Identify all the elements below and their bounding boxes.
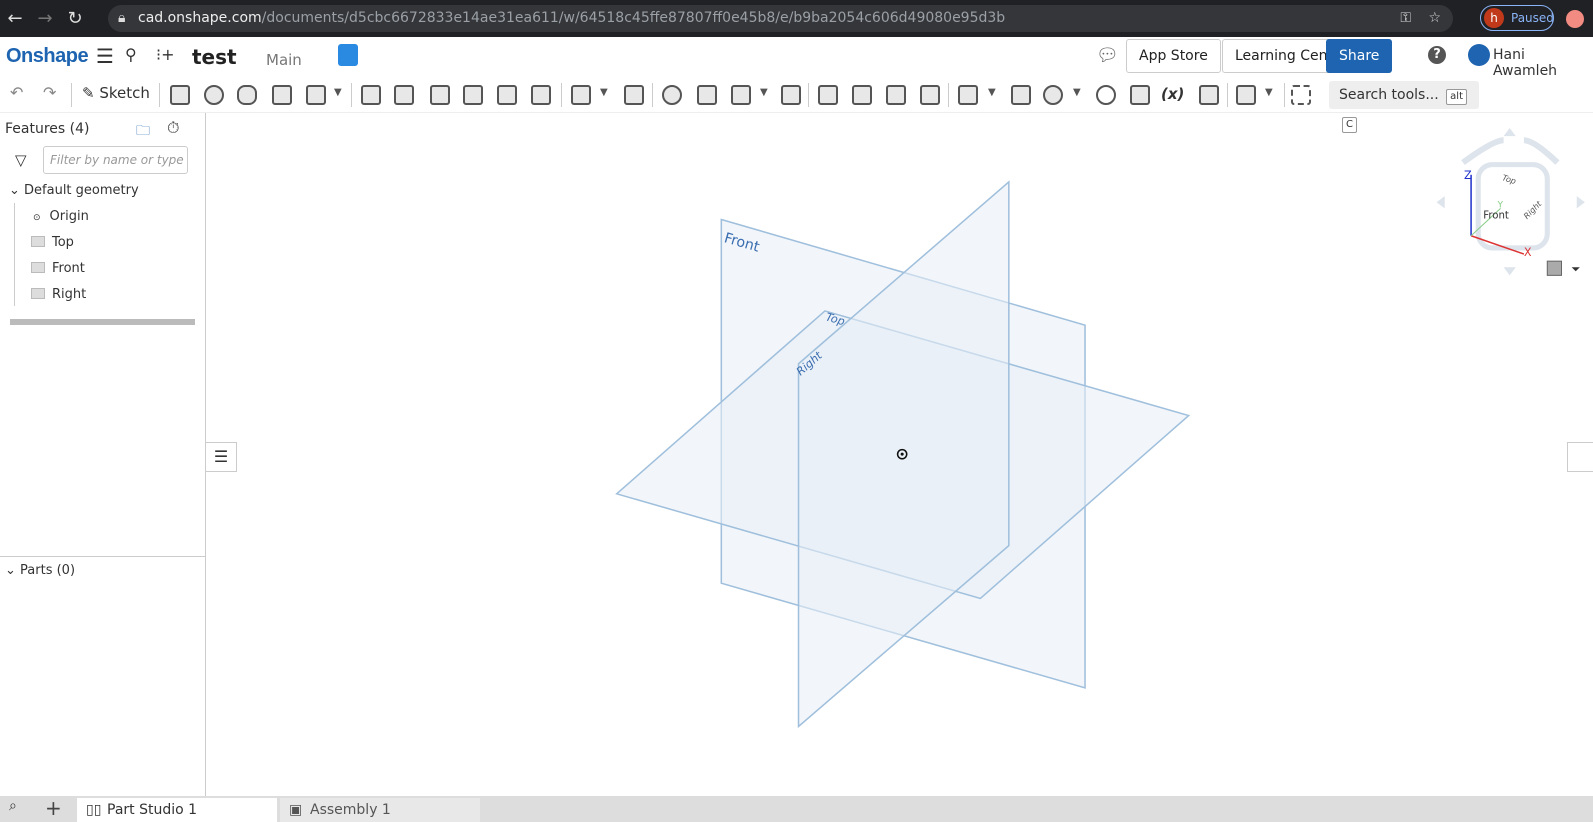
feature-top[interactable]: Top — [31, 235, 74, 250]
chevron-down-icon: ⌄ — [9, 183, 25, 198]
toggle-feature-list-icon[interactable]: ☰ — [206, 442, 237, 472]
rollback-bar[interactable] — [10, 319, 195, 325]
feature-list-panel: Features (4) 🗀︎ ⏱︎ ▽ Filter by name or t… — [0, 113, 206, 796]
default-geometry-group[interactable]: ⌄ Default geometry — [9, 183, 139, 198]
rollback-timer-icon[interactable]: ⏱︎ — [167, 118, 179, 138]
tab-manager-icon[interactable]: ⌕ — [9, 798, 17, 814]
origin-icon: ⊙ — [33, 213, 41, 223]
filter-icon[interactable]: ▽ — [15, 151, 27, 169]
feature-origin[interactable]: ⊙ Origin — [33, 209, 89, 224]
features-title: Features (4) — [5, 121, 90, 137]
cube-face-front: Front — [1483, 210, 1509, 221]
tab-part-studio-1[interactable]: ▯▯ Part Studio 1 — [77, 798, 277, 822]
assembly-icon: ▣ — [289, 802, 303, 818]
parts-group[interactable]: ⌄ Parts (0) — [5, 563, 75, 578]
tab-assembly-1[interactable]: ▣ Assembly 1 — [280, 798, 480, 822]
feature-front[interactable]: Front — [31, 261, 85, 276]
feature-right[interactable]: Right — [31, 287, 86, 302]
part-studio-icon: ▯▯ — [86, 802, 102, 818]
x-axis-label: X — [1524, 246, 1532, 259]
3d-viewport[interactable]: Front Top Right Z X Y Top Front Right — [0, 0, 1593, 822]
plane-icon — [31, 288, 45, 299]
view-options-icon — [1546, 260, 1563, 276]
plane-icon — [31, 262, 45, 273]
plane-icon — [31, 236, 45, 247]
add-tab-icon[interactable]: + — [45, 796, 62, 820]
filter-input[interactable]: Filter by name or type — [43, 146, 188, 174]
add-folder-icon[interactable]: 🗀︎ — [136, 120, 150, 144]
y-axis-label: Y — [1497, 200, 1504, 210]
chevron-down-icon: ⌄ — [5, 563, 21, 578]
view-cube[interactable]: Z X Y Top Front Right — [1436, 128, 1585, 276]
appearance-panel-icon[interactable] — [1567, 442, 1593, 472]
tab-bar: ⌕ + ▯▯ Part Studio 1 ▣ Assembly 1 — [0, 796, 1593, 822]
z-axis-label: Z — [1464, 169, 1472, 182]
